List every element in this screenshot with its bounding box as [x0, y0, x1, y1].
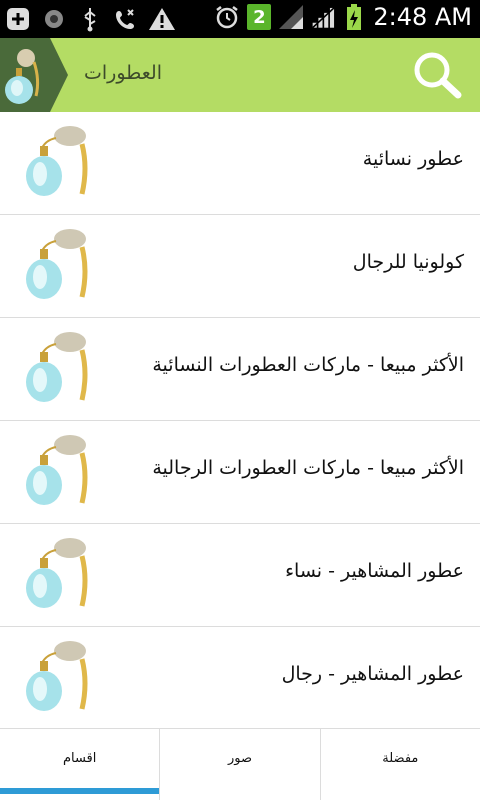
- list-item-label: الأكثر مبيعا - ماركات العطورات النسائية: [152, 354, 464, 376]
- tab-sections[interactable]: اقسام: [0, 729, 160, 800]
- status-time: 2:48 AM: [373, 3, 472, 31]
- add-notification-icon: [4, 4, 32, 34]
- battery-charging-icon: [345, 2, 363, 32]
- search-icon: [414, 52, 462, 99]
- status-right-icons: 2 2:48 AM: [213, 2, 472, 32]
- bottom-tab-bar: اقسام صور مفضلة: [0, 728, 480, 800]
- perfume-bottle-icon: [26, 641, 88, 711]
- alarm-icon: [213, 2, 241, 32]
- list-item-label: عطور المشاهير - رجال: [281, 663, 464, 685]
- perfume-app-icon: [0, 38, 68, 112]
- warning-icon: [148, 4, 176, 34]
- tab-photos[interactable]: صور: [159, 729, 319, 800]
- signal-icon-1: [277, 2, 305, 32]
- list-item-label: كولونيا للرجال: [352, 251, 464, 273]
- list-item[interactable]: الأكثر مبيعا - ماركات العطورات النسائية: [0, 318, 480, 421]
- perfume-bottle-icon: [26, 538, 88, 608]
- notification-count: 2: [253, 6, 266, 28]
- list-item-label: عطور نسائية: [362, 148, 464, 170]
- usb-icon: [76, 4, 104, 34]
- record-icon: [40, 4, 68, 34]
- signal-icon-2: [311, 2, 339, 32]
- list-item-label: الأكثر مبيعا - ماركات العطورات الرجالية: [152, 457, 464, 479]
- page-title: العطورات: [84, 62, 162, 84]
- tab-favorites-label: مفضلة: [382, 751, 419, 766]
- perfume-bottle-icon: [26, 332, 88, 402]
- perfume-bottle-icon: [26, 435, 88, 505]
- list-item[interactable]: الأكثر مبيعا - ماركات العطورات الرجالية: [0, 421, 480, 524]
- status-left-icons: [4, 4, 176, 34]
- list-item[interactable]: عطور المشاهير - نساء: [0, 524, 480, 627]
- tab-favorites[interactable]: مفضلة: [319, 729, 480, 800]
- app-home-button[interactable]: [0, 38, 70, 112]
- perfume-bottle-icon: [26, 126, 88, 196]
- list-item[interactable]: كولونيا للرجال: [0, 215, 480, 318]
- call-forward-icon: [112, 4, 140, 34]
- tab-photos-label: صور: [227, 751, 253, 766]
- notification-count-badge: 2: [247, 4, 272, 30]
- list-item-label: عطور المشاهير - نساء: [285, 560, 464, 582]
- list-item[interactable]: عطور نسائية: [0, 112, 480, 215]
- list-item[interactable]: عطور المشاهير - رجال: [0, 627, 480, 728]
- search-button[interactable]: [412, 50, 464, 100]
- tab-sections-label: اقسام: [62, 751, 97, 766]
- category-list: عطور نسائية كولونيا للرجال الأكثر مبيعا …: [0, 112, 480, 728]
- perfume-bottle-icon: [26, 229, 88, 299]
- app-bar: العطورات: [0, 38, 480, 112]
- status-bar: 2 2:48 AM: [0, 0, 480, 38]
